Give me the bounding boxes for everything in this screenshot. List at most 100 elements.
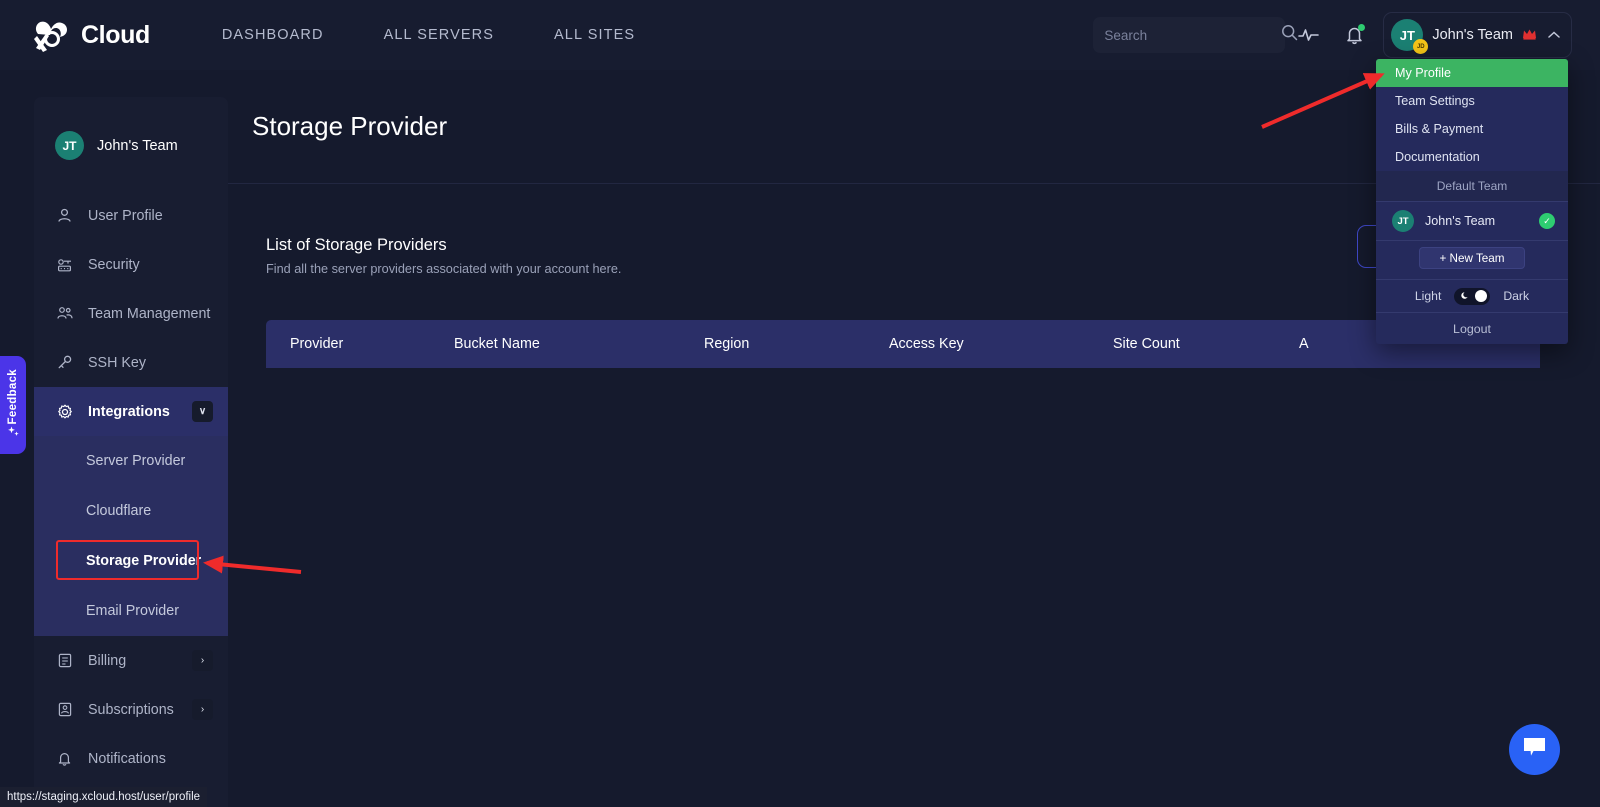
sidebar-item-security[interactable]: Security xyxy=(34,240,228,289)
dropdown-team-name: John's Team xyxy=(1425,214,1496,228)
sidebar-avatar-initials: JT xyxy=(62,138,77,153)
sidebar-team-header[interactable]: JT John's Team xyxy=(34,97,228,160)
top-navigation-bar: Cloud DASHBOARD ALL SERVERS ALL SITES JT… xyxy=(0,0,1600,70)
table-header-row: Provider Bucket Name Region Access Key S… xyxy=(266,320,1540,368)
table-column-site-count: Site Count xyxy=(1113,336,1180,352)
sidebar-label: Subscriptions xyxy=(88,701,174,718)
bell-icon xyxy=(56,750,73,767)
brand-logo[interactable]: Cloud xyxy=(30,16,150,54)
sidebar-item-notifications[interactable]: Notifications xyxy=(34,734,228,783)
user-icon xyxy=(56,207,73,224)
security-icon xyxy=(56,256,73,273)
billing-icon xyxy=(56,652,73,669)
sidebar-item-integrations[interactable]: Integrations ∨ xyxy=(34,387,228,436)
page-title: Storage Provider xyxy=(252,111,448,141)
theme-toggle-knob xyxy=(1475,290,1488,302)
dropdown-label: Bills & Payment xyxy=(1395,122,1484,136)
activity-pulse-icon[interactable] xyxy=(1285,12,1331,58)
sidebar-item-subscriptions[interactable]: Subscriptions › xyxy=(34,685,228,734)
table-column-provider: Provider xyxy=(290,336,344,352)
dropdown-team-avatar: JT xyxy=(1392,210,1414,232)
sidebar: JT John's Team User Profile Security Tea… xyxy=(34,97,228,807)
sidebar-submenu-integrations: Server Provider Cloudflare Storage Provi… xyxy=(34,436,228,636)
theme-label-dark: Dark xyxy=(1503,289,1530,303)
dropdown-team-initials: JT xyxy=(1397,215,1409,227)
sidebar-label: Integrations xyxy=(88,403,170,420)
sidebar-label: Billing xyxy=(88,652,127,669)
chat-bubble-icon xyxy=(1522,736,1547,763)
user-menu-button[interactable]: JT JD John's Team xyxy=(1383,12,1572,58)
sidebar-sublabel: Email Provider xyxy=(86,603,179,619)
table-column-access-key: Access Key xyxy=(889,336,964,352)
xcloud-logo-icon xyxy=(30,16,72,54)
chevron-right-icon[interactable]: › xyxy=(192,650,213,671)
sidebar-label: Notifications xyxy=(88,750,166,767)
chat-support-button[interactable] xyxy=(1509,724,1560,775)
gear-icon xyxy=(56,403,73,420)
nav-link-all-sites[interactable]: ALL SITES xyxy=(554,17,635,53)
avatar-initials: JT xyxy=(1399,27,1415,43)
sidebar-sublabel: Storage Provider xyxy=(86,553,202,569)
chevron-down-icon[interactable]: ∨ xyxy=(192,401,213,422)
brand-name: Cloud xyxy=(81,20,150,49)
dropdown-label: Documentation xyxy=(1395,150,1480,164)
team-icon xyxy=(56,305,73,322)
avatar-badge: JD xyxy=(1413,39,1429,54)
avatar: JT JD xyxy=(1391,19,1429,54)
dropdown-new-team-wrap: + New Team xyxy=(1376,241,1568,279)
status-bar-url: https://staging.xcloud.host/user/profile xyxy=(0,787,208,807)
dropdown-item-bills-payment[interactable]: Bills & Payment xyxy=(1376,115,1568,143)
search-box[interactable] xyxy=(1093,17,1298,53)
feedback-label: Feedback xyxy=(7,369,19,425)
search-input[interactable] xyxy=(1104,27,1282,43)
bell-icon[interactable] xyxy=(1331,12,1377,58)
dropdown-item-my-profile[interactable]: My Profile xyxy=(1376,59,1568,87)
nav-link-dashboard[interactable]: DASHBOARD xyxy=(222,17,324,53)
theme-toggle[interactable] xyxy=(1454,287,1491,305)
sidebar-label: Security xyxy=(88,256,140,273)
new-team-button[interactable]: + New Team xyxy=(1419,247,1525,269)
sidebar-item-email-provider[interactable]: Email Provider xyxy=(34,586,228,636)
sidebar-item-billing[interactable]: Billing › xyxy=(34,636,228,685)
theme-switch-row: Light Dark xyxy=(1376,280,1568,312)
table-column-action: A xyxy=(1299,336,1309,352)
logout-button[interactable]: Logout xyxy=(1376,313,1568,344)
dropdown-item-team-settings[interactable]: Team Settings xyxy=(1376,87,1568,115)
key-icon xyxy=(56,354,73,371)
sidebar-label: SSH Key xyxy=(88,354,147,371)
sidebar-label: User Profile xyxy=(88,207,163,224)
nav-link-all-servers[interactable]: ALL SERVERS xyxy=(384,17,494,53)
table-column-region: Region xyxy=(704,336,750,352)
check-icon: ✓ xyxy=(1539,213,1555,229)
theme-label-light: Light xyxy=(1414,289,1442,303)
sidebar-item-cloudflare[interactable]: Cloudflare xyxy=(34,486,228,536)
moon-icon xyxy=(1461,291,1470,302)
sidebar-item-user-profile[interactable]: User Profile xyxy=(34,191,228,240)
sidebar-label: Team Management xyxy=(88,305,211,322)
sidebar-item-ssh-key[interactable]: SSH Key xyxy=(34,338,228,387)
sparkle-icon xyxy=(7,425,20,441)
notification-dot xyxy=(1358,24,1366,31)
dropdown-section-default-team: Default Team xyxy=(1376,171,1568,201)
dropdown-team-johns-team[interactable]: JT John's Team ✓ xyxy=(1376,202,1568,240)
storage-providers-table: Provider Bucket Name Region Access Key S… xyxy=(266,320,1540,368)
sidebar-sublabel: Server Provider xyxy=(86,453,186,469)
sidebar-item-server-provider[interactable]: Server Provider xyxy=(34,436,228,486)
sidebar-team-name: John's Team xyxy=(97,137,178,154)
sidebar-item-storage-provider[interactable]: Storage Provider xyxy=(34,536,228,586)
user-menu-label: John's Team xyxy=(1432,27,1513,43)
sidebar-item-team-management[interactable]: Team Management xyxy=(34,289,228,338)
feedback-tab[interactable]: Feedback xyxy=(0,356,26,454)
subscriptions-icon xyxy=(56,701,73,718)
dropdown-label: Team Settings xyxy=(1395,94,1475,108)
sidebar-menu: User Profile Security Team Management SS… xyxy=(34,191,228,783)
table-column-bucket-name: Bucket Name xyxy=(454,336,540,352)
dropdown-item-documentation[interactable]: Documentation xyxy=(1376,143,1568,171)
chevron-right-icon[interactable]: › xyxy=(192,699,213,720)
dropdown-label: My Profile xyxy=(1395,66,1451,80)
user-dropdown-menu: My Profile Team Settings Bills & Payment… xyxy=(1376,59,1568,344)
sidebar-sublabel: Cloudflare xyxy=(86,503,152,519)
crown-icon xyxy=(1522,28,1537,43)
chevron-up-icon[interactable] xyxy=(1548,28,1560,42)
sidebar-avatar: JT xyxy=(55,131,84,160)
